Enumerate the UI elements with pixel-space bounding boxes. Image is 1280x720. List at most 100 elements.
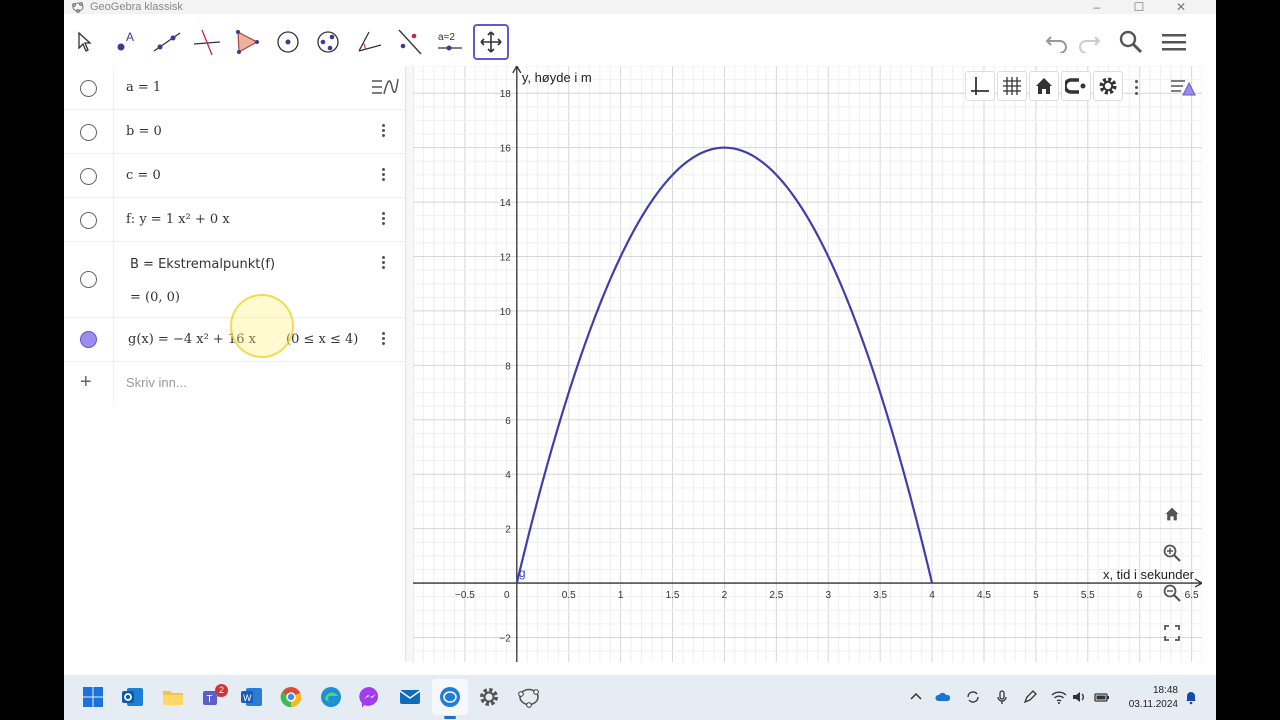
- slider-tool-icon[interactable]: a=2: [432, 24, 468, 60]
- point-tool-icon[interactable]: A: [108, 24, 144, 60]
- search-icon[interactable]: [1113, 24, 1149, 60]
- point-capturing-icon[interactable]: [1061, 71, 1091, 101]
- mail-icon[interactable]: [398, 685, 422, 709]
- ellipse-tool-icon[interactable]: [310, 24, 346, 60]
- volume-icon[interactable]: [1071, 689, 1087, 705]
- view-divider[interactable]: [405, 66, 413, 662]
- algebra-result: = (0, 0): [130, 290, 180, 305]
- algebra-description-mode-icon[interactable]: [370, 76, 400, 98]
- visibility-toggle[interactable]: [80, 168, 97, 185]
- fullscreen-icon[interactable]: [1158, 619, 1186, 647]
- onedrive-icon[interactable]: [935, 689, 951, 705]
- geogebra-classic-icon[interactable]: [517, 685, 541, 709]
- algebra-row-a[interactable]: a = 1: [64, 66, 405, 110]
- standard-view-home-icon[interactable]: [1029, 71, 1059, 101]
- file-explorer-icon[interactable]: [161, 685, 185, 709]
- word-icon[interactable]: W: [240, 685, 264, 709]
- algebra-expression[interactable]: f: y = 1 x² + 0 x: [126, 212, 230, 227]
- maximize-icon[interactable]: ☐: [1124, 0, 1154, 14]
- visibility-toggle[interactable]: [80, 331, 97, 348]
- graphics-style-bar: [963, 71, 1203, 105]
- algebra-row-f[interactable]: f: y = 1 x² + 0 x: [64, 198, 405, 242]
- home-icon[interactable]: [1158, 500, 1186, 528]
- zoom-in-icon[interactable]: [1158, 539, 1186, 567]
- line-tool-icon[interactable]: [149, 24, 185, 60]
- move-tool-icon[interactable]: [66, 24, 102, 60]
- main-menu-icon[interactable]: [1156, 24, 1192, 60]
- y-tick-label: 8: [505, 361, 511, 372]
- svg-text:a=2: a=2: [438, 32, 455, 43]
- notification-bell-icon[interactable]: [1183, 689, 1199, 705]
- graphics-view[interactable]: −0.5 0.5 1 1.5 2 2.5 3 3.5 4 4.5 5 5.5 6 6.5 0 −2 2 4 6 8 10…: [413, 66, 1202, 662]
- axes-toggle-icon[interactable]: [965, 71, 995, 101]
- more-options-icon[interactable]: [1133, 79, 1139, 97]
- circle-tool-icon[interactable]: [270, 24, 306, 60]
- chrome-icon[interactable]: [279, 685, 303, 709]
- style-bar-toggle-icon[interactable]: [1169, 75, 1197, 104]
- x-tick-label: 2: [722, 590, 728, 601]
- active-app-indicator: [444, 716, 456, 719]
- redo-icon[interactable]: [1071, 24, 1107, 60]
- undo-icon[interactable]: [1039, 24, 1075, 60]
- x-tick-label: 1: [618, 590, 624, 601]
- more-options-icon[interactable]: [376, 166, 390, 186]
- algebra-row-g[interactable]: g(x) = −4 x² + 16 x (0 ≤ x ≤ 4): [64, 294, 405, 362]
- title-bar: GeoGebra klassisk – ☐ ✕: [64, 0, 1216, 14]
- visibility-toggle[interactable]: [80, 212, 97, 229]
- reflect-tool-icon[interactable]: [391, 24, 427, 60]
- geogebra-taskbar-icon[interactable]: [438, 685, 462, 709]
- algebra-expression[interactable]: b = 0: [126, 124, 162, 139]
- add-icon[interactable]: +: [80, 371, 92, 394]
- clock-date: 03.11.2024: [1128, 699, 1178, 710]
- more-options-icon[interactable]: [376, 330, 390, 350]
- graphics-settings-gear-icon[interactable]: [1093, 71, 1123, 101]
- algebra-row-B[interactable]: B = Ekstremalpunkt(f) = (0, 0): [64, 242, 405, 318]
- algebra-row-c[interactable]: c = 0: [64, 154, 405, 198]
- chevron-up-icon[interactable]: [908, 689, 924, 705]
- x-tick-label: 3.5: [873, 590, 887, 601]
- algebra-expression[interactable]: a = 1: [126, 80, 161, 95]
- minimize-icon[interactable]: –: [1082, 0, 1112, 14]
- teams-notification-badge: 2: [215, 684, 228, 697]
- algebra-expression[interactable]: B = Ekstremalpunkt(f): [130, 257, 275, 272]
- more-options-icon[interactable]: [376, 122, 390, 142]
- more-options-icon[interactable]: [376, 254, 390, 274]
- algebra-expression[interactable]: c = 0: [126, 168, 161, 183]
- wifi-icon[interactable]: [1051, 689, 1067, 705]
- perpendicular-line-tool-icon[interactable]: [189, 24, 225, 60]
- x-tick-label: 0.5: [562, 590, 576, 601]
- outlook-icon[interactable]: [121, 685, 145, 709]
- y-tick-label: 10: [500, 307, 512, 318]
- y-tick-label: 16: [500, 144, 512, 155]
- algebra-row-b[interactable]: b = 0: [64, 110, 405, 154]
- microphone-icon[interactable]: [994, 689, 1010, 705]
- geogebra-app-icon: [72, 2, 84, 13]
- sync-icon[interactable]: [965, 689, 981, 705]
- x-tick-label: 1.5: [666, 590, 680, 601]
- edge-icon[interactable]: [319, 685, 343, 709]
- visibility-toggle[interactable]: [80, 124, 97, 141]
- visibility-toggle[interactable]: [80, 80, 97, 97]
- svg-text:T: T: [207, 694, 213, 705]
- pen-icon[interactable]: [1022, 689, 1038, 705]
- angle-tool-icon[interactable]: [351, 24, 387, 60]
- polygon-tool-icon[interactable]: [229, 24, 265, 60]
- function-label-g[interactable]: g: [519, 566, 526, 580]
- more-options-icon[interactable]: [376, 210, 390, 230]
- messenger-icon[interactable]: [358, 685, 382, 709]
- grid-toggle-icon[interactable]: [997, 71, 1027, 101]
- algebra-input-row[interactable]: + Skriv inn...: [64, 362, 405, 406]
- settings-icon[interactable]: [477, 685, 501, 709]
- visibility-toggle[interactable]: [80, 271, 97, 288]
- move-graphics-view-tool-icon[interactable]: [473, 24, 509, 60]
- algebra-input[interactable]: Skriv inn...: [126, 375, 187, 390]
- windows-taskbar: T 2 W 18:48 03.11.2024: [64, 675, 1216, 720]
- windows-start-icon[interactable]: [81, 685, 105, 709]
- close-icon[interactable]: ✕: [1166, 0, 1196, 14]
- graphics-canvas[interactable]: −0.5 0.5 1 1.5 2 2.5 3 3.5 4 4.5 5 5.5 6 6.5 0 −2 2 4 6 8 10…: [413, 66, 1202, 662]
- cursor-highlight: [230, 294, 294, 358]
- zoom-out-icon[interactable]: [1158, 579, 1186, 607]
- svg-text:A: A: [126, 30, 134, 44]
- taskbar-clock[interactable]: 18:48 03.11.2024: [1129, 684, 1178, 712]
- battery-icon[interactable]: [1094, 689, 1110, 705]
